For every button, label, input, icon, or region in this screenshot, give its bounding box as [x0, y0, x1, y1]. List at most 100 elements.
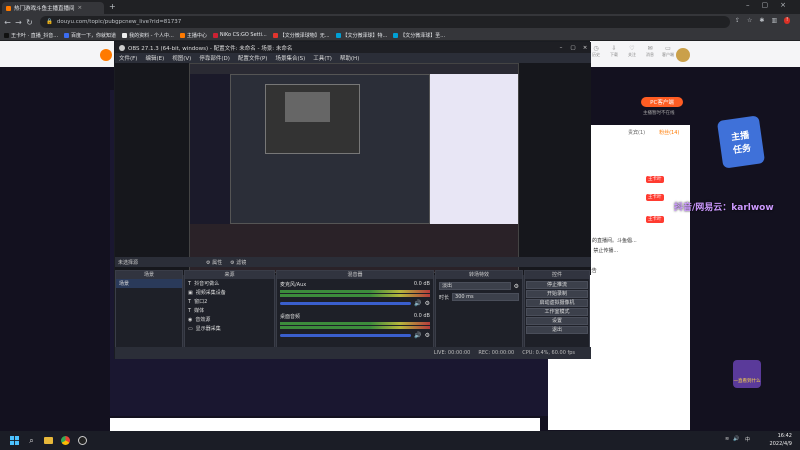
tab-fans[interactable]: 粉丝(14): [659, 129, 679, 136]
monitor-source-icon: ▭: [188, 325, 193, 332]
audio-meter: [280, 322, 430, 325]
live-status: LIVE: 00:00:00: [433, 350, 471, 356]
system-clock[interactable]: 16:42 2022/4/9: [770, 432, 792, 448]
tab-title: 热门游戏斗鱼主播直播间: [14, 6, 75, 12]
bookmark-item[interactable]: 百度一下，你就知道: [64, 32, 116, 39]
audio-meter: [280, 290, 430, 293]
obs-logo-icon: [119, 44, 125, 51]
source-item[interactable]: ▭ 显示器采集: [185, 324, 274, 333]
minimize-icon[interactable]: –: [746, 1, 750, 9]
tab-vip[interactable]: 贵宾(1): [628, 129, 645, 136]
menu-scene-collection[interactable]: 场景集合(S): [275, 54, 305, 62]
message-icon[interactable]: ✉ 消息: [644, 45, 656, 59]
menu-docks[interactable]: 停靠部件(D): [199, 54, 230, 62]
stream-watermark: 抖音/网易云：karlwow: [674, 203, 774, 213]
star-icon[interactable]: ☆: [747, 17, 752, 24]
obs-minimize-icon[interactable]: –: [555, 45, 567, 51]
transition-select[interactable]: 淡出: [439, 282, 511, 290]
duration-label: 时长: [439, 294, 450, 301]
duration-input[interactable]: 300 ms: [452, 293, 519, 301]
speaker-icon[interactable]: 🔊: [414, 300, 421, 307]
volume-icon[interactable]: 🔊: [733, 436, 739, 442]
audio-meter: [280, 326, 430, 329]
share-icon[interactable]: ⇪: [735, 17, 740, 24]
obs-maximize-icon[interactable]: ▢: [567, 45, 579, 51]
bookmark-item[interactable]: 我的资料 - 个人中...: [122, 32, 174, 39]
exit-button[interactable]: 退出: [526, 326, 588, 334]
menu-help[interactable]: 帮助(H): [340, 54, 359, 62]
wifi-icon[interactable]: ≋: [725, 436, 729, 442]
fan-badge: 王卡叶: [646, 216, 664, 223]
menu-view[interactable]: 视图(V): [172, 54, 191, 62]
studio-mode-button[interactable]: 工作室模式: [526, 308, 588, 316]
extensions-icon[interactable]: ✱: [759, 17, 764, 24]
bookmark-item[interactable]: 【文分微泽球】特...: [335, 32, 387, 39]
obs-close-icon[interactable]: ×: [579, 45, 591, 51]
file-explorer-icon[interactable]: [42, 434, 55, 447]
clock-time: 16:42: [777, 433, 792, 439]
back-icon[interactable]: ←: [2, 17, 13, 28]
scene-item[interactable]: 场景: [116, 279, 182, 288]
lock-icon: 🔒: [46, 19, 53, 25]
reload-icon[interactable]: ↻: [24, 17, 35, 28]
gear-icon[interactable]: ⚙: [514, 283, 519, 290]
close-tab-icon[interactable]: ×: [78, 5, 83, 11]
ime-indicator[interactable]: 中: [745, 436, 750, 443]
source-item[interactable]: T 窗口2: [185, 297, 274, 306]
search-icon[interactable]: ⌕: [25, 434, 38, 447]
history-icon[interactable]: ◷ 历史: [590, 45, 602, 59]
volume-slider[interactable]: [280, 334, 412, 337]
properties-button[interactable]: ⚙ 属性: [206, 259, 222, 266]
client-icon[interactable]: ▭ 客户端: [662, 45, 674, 59]
forward-icon[interactable]: →: [13, 17, 24, 28]
speaker-icon[interactable]: 🔊: [414, 332, 421, 339]
obs-preview[interactable]: [115, 63, 591, 275]
stop-streaming-button[interactable]: 停止推流: [526, 281, 588, 289]
pc-client-button[interactable]: PC客户端: [641, 97, 683, 107]
omnibox[interactable]: 🔒 douyu.com/topic/pubgpcnew_live?rid=817…: [40, 16, 730, 28]
virtual-camera-button[interactable]: 启动虚拟摄像机: [526, 299, 588, 307]
sidebar-icon[interactable]: ▥: [771, 17, 777, 24]
source-item[interactable]: T 媒体: [185, 306, 274, 315]
source-item[interactable]: T 抖音可做么: [185, 279, 274, 288]
settings-button[interactable]: 设置: [526, 317, 588, 325]
sources-title: 来源: [185, 271, 274, 279]
volume-slider[interactable]: [280, 302, 412, 305]
mixer-channel-name: 麦克风/Aux: [280, 282, 307, 288]
bookmark-item[interactable]: NiKo CS:GO Setti...: [212, 32, 267, 38]
bookmark-item[interactable]: 【文分微泽球】圣...: [393, 32, 445, 39]
gear-icon[interactable]: ⚙: [425, 300, 430, 307]
mixer-channel-level: 0.0 dB: [413, 281, 430, 287]
scenes-title: 场景: [116, 271, 182, 279]
maximize-icon[interactable]: ▢: [762, 1, 769, 9]
obs-statusbar: LIVE: 00:00:00 REC: 00:00:00 CPU: 0.4%, …: [115, 347, 591, 359]
source-item[interactable]: ◉ 音效源: [185, 315, 274, 324]
mixer-channel-level: 0.0 dB: [413, 313, 430, 319]
start-recording-button[interactable]: 开始录制: [526, 290, 588, 298]
text-source-icon: T: [188, 298, 192, 305]
windows-start-icon[interactable]: [8, 434, 21, 447]
browser-tab[interactable]: 热门游戏斗鱼主播直播间 ×: [2, 2, 104, 14]
douyu-favicon-icon: [6, 5, 11, 11]
menu-file[interactable]: 文件(F): [119, 54, 137, 62]
error-badge[interactable]: !: [784, 17, 791, 24]
obs-taskbar-icon[interactable]: [76, 434, 89, 447]
menu-edit[interactable]: 编辑(E): [145, 54, 164, 62]
clock-date: 2022/4/9: [769, 441, 792, 447]
follow-icon[interactable]: ♡ 关注: [626, 45, 638, 59]
new-tab-icon[interactable]: +: [109, 2, 116, 11]
menu-tools[interactable]: 工具(T): [313, 54, 332, 62]
close-icon[interactable]: ×: [780, 1, 786, 9]
bookmark-item[interactable]: 王卡叶 · 直播_抖音...: [4, 32, 58, 39]
chrome-icon[interactable]: [59, 434, 72, 447]
gear-icon[interactable]: ⚙: [425, 332, 430, 339]
avatar[interactable]: [676, 48, 690, 62]
filters-button[interactable]: ⚙ 滤镜: [230, 259, 246, 266]
controls-dock: 控件 停止推流 开始录制 启动虚拟摄像机 工作室模式 设置 退出: [524, 270, 590, 358]
bookmark-item[interactable]: 主播中心: [179, 32, 207, 39]
mixer-title: 混音器: [277, 271, 433, 279]
source-item[interactable]: ▣ 视频采集设备: [185, 288, 274, 297]
download-icon[interactable]: ⇩ 下载: [608, 45, 620, 59]
bookmark-item[interactable]: 【文分微泽球物】无...: [272, 32, 330, 39]
menu-profile[interactable]: 配置文件(P): [238, 54, 268, 62]
